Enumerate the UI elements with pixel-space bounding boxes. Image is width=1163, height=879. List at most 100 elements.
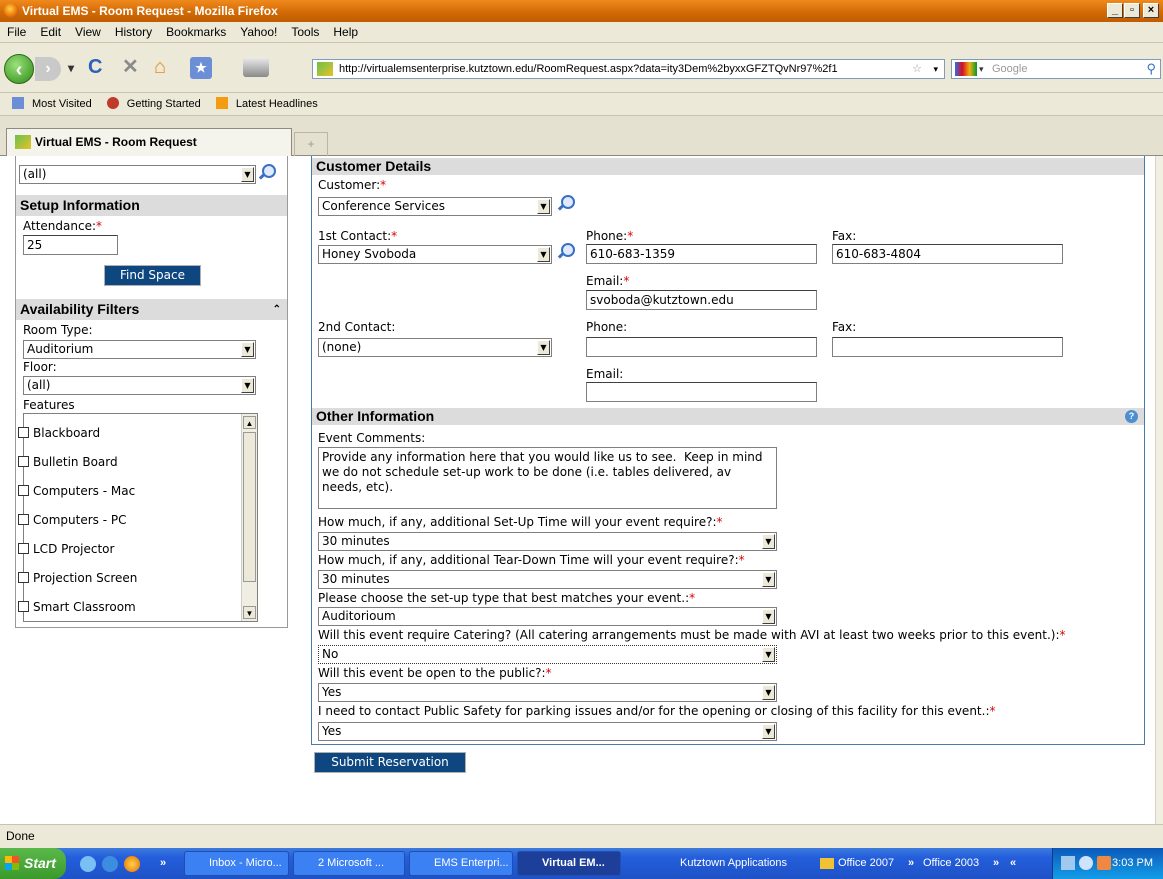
stop-icon[interactable]: ✕ — [122, 52, 139, 82]
submit-reservation-button[interactable]: Submit Reservation — [314, 752, 466, 773]
fax2-input[interactable] — [832, 337, 1063, 357]
url-dropdown-icon[interactable]: ▾ — [933, 60, 938, 78]
features-scrollbar[interactable]: ▲ ▼ — [241, 414, 257, 621]
restore-icon[interactable]: ▫ — [1124, 3, 1140, 18]
checkbox-icon[interactable] — [18, 427, 29, 438]
public-safety-select[interactable]: Yes ▼ — [318, 722, 777, 741]
links-chevron-more[interactable]: » — [993, 848, 999, 879]
other-information-header: Other Information? — [312, 408, 1144, 425]
tab-room-request[interactable]: Virtual EMS - Room Request — [6, 128, 292, 156]
collapse-chevron-icon[interactable]: ⌃ — [273, 299, 281, 320]
customer-search-icon[interactable] — [557, 195, 575, 211]
bookmark-getting-started[interactable]: Getting Started — [103, 97, 201, 110]
window-title: Virtual EMS - Room Request - Mozilla Fir… — [22, 4, 278, 18]
catering-select[interactable]: No ▼ — [318, 645, 777, 664]
feature-lcd-projector[interactable]: LCD Projector — [18, 542, 114, 556]
feature-smart-classroom[interactable]: Smart Classroom — [18, 600, 136, 614]
chevron-down-icon: ▼ — [537, 340, 550, 355]
scroll-thumb[interactable] — [243, 432, 256, 582]
email1-input[interactable]: svoboda@kutztown.edu — [586, 290, 817, 310]
link-kutztown-applications[interactable]: Kutztown Applications — [680, 848, 787, 879]
taskbar-item-inbox[interactable]: Inbox - Micro... — [184, 851, 289, 876]
network-icon[interactable] — [1061, 856, 1075, 870]
checkbox-icon[interactable] — [18, 572, 29, 583]
phone1-input[interactable]: 610-683-1359 — [586, 244, 817, 264]
star-icon[interactable]: ☆ — [912, 60, 922, 78]
search-tray-icon[interactable] — [1079, 856, 1093, 870]
link-office-2003[interactable]: Office 2003 — [923, 848, 979, 879]
checkbox-icon[interactable] — [18, 485, 29, 496]
close-icon[interactable]: × — [1143, 3, 1159, 18]
taskbar-item-microsoft[interactable]: 2 Microsoft ... — [293, 851, 405, 876]
ie-icon[interactable] — [102, 856, 118, 872]
scroll-down-icon[interactable]: ▼ — [243, 606, 256, 619]
menu-help[interactable]: Help — [326, 22, 365, 39]
feature-computers-mac[interactable]: Computers - Mac — [18, 484, 135, 498]
back-arrow-icon[interactable]: ‹ — [4, 54, 34, 84]
search-box[interactable]: ▾ Google ⚲ — [951, 59, 1161, 79]
feature-blackboard[interactable]: Blackboard — [18, 426, 100, 440]
checkbox-icon[interactable] — [18, 514, 29, 525]
link-office-2007[interactable]: Office 2007 — [820, 848, 894, 879]
links-chevron-right[interactable]: » — [908, 848, 914, 879]
setup-type-select[interactable]: Auditorioum ▼ — [318, 607, 777, 626]
first-contact-select[interactable]: Honey Svoboda ▼ — [318, 245, 552, 264]
taskbar-item-ems[interactable]: EMS Enterpri... — [409, 851, 513, 876]
bookmark-most-visited[interactable]: Most Visited — [8, 97, 92, 110]
taskbar-item-virtual-ems[interactable]: Virtual EM... — [517, 851, 621, 876]
menu-yahoo[interactable]: Yahoo! — [233, 22, 284, 39]
page-scrollbar[interactable] — [1155, 156, 1163, 824]
minimize-icon[interactable]: _ — [1107, 3, 1123, 18]
new-tab-button[interactable]: + — [294, 132, 328, 156]
attendance-input[interactable]: 25 — [23, 235, 118, 255]
second-contact-select[interactable]: (none) ▼ — [318, 338, 552, 357]
help-icon[interactable]: ? — [1125, 410, 1138, 423]
feature-computers-pc[interactable]: Computers - PC — [18, 513, 126, 527]
quicklaunch-app-icon[interactable] — [80, 856, 96, 872]
print-icon[interactable] — [243, 57, 269, 77]
bookmark-latest-headlines[interactable]: Latest Headlines — [212, 97, 318, 110]
customer-select[interactable]: Conference Services ▼ — [318, 197, 552, 216]
history-dropdown-icon[interactable]: ▾ — [68, 53, 74, 83]
menu-edit[interactable]: Edit — [33, 22, 68, 39]
menu-file[interactable]: File — [0, 22, 33, 39]
checkbox-icon[interactable] — [18, 601, 29, 612]
reload-icon[interactable]: C — [88, 52, 102, 82]
menu-bookmarks[interactable]: Bookmarks — [159, 22, 233, 39]
teardown-time-select[interactable]: 30 minutes ▼ — [318, 570, 777, 589]
fax1-input[interactable]: 610-683-4804 — [832, 244, 1063, 264]
scroll-up-icon[interactable]: ▲ — [243, 416, 256, 429]
email2-input[interactable] — [586, 382, 817, 402]
search-engine-dropdown-icon[interactable]: ▾ — [979, 60, 984, 78]
chevron-down-icon: ▼ — [762, 609, 775, 624]
feature-bulletin-board[interactable]: Bulletin Board — [18, 455, 118, 469]
setup-time-select[interactable]: 30 minutes ▼ — [318, 532, 777, 551]
floor-select[interactable]: (all) ▼ — [23, 376, 256, 395]
find-space-button[interactable]: Find Space — [104, 265, 201, 286]
phone2-input[interactable] — [586, 337, 817, 357]
search-icon[interactable] — [258, 164, 276, 180]
room-type-select[interactable]: Auditorium ▼ — [23, 340, 256, 359]
quicklaunch-more[interactable]: » — [160, 848, 166, 879]
home-icon[interactable]: ⌂ — [154, 52, 166, 82]
contact-search-icon[interactable] — [557, 243, 575, 259]
forward-arrow-icon[interactable]: › — [35, 57, 61, 81]
search-icon[interactable]: ⚲ — [1146, 60, 1156, 78]
start-button[interactable]: Start — [0, 848, 66, 879]
firefox-quicklaunch-icon[interactable] — [124, 856, 140, 872]
system-tray: 3:03 PM — [1052, 848, 1163, 879]
feature-projection-screen[interactable]: Projection Screen — [18, 571, 137, 585]
checkbox-icon[interactable] — [18, 456, 29, 467]
event-comments-textarea[interactable]: Provide any information here that you wo… — [318, 447, 777, 509]
public-select[interactable]: Yes ▼ — [318, 683, 777, 702]
tray-app-icon[interactable] — [1097, 856, 1111, 870]
menu-tools[interactable]: Tools — [284, 22, 326, 39]
building-select[interactable]: (all) ▼ — [19, 165, 256, 184]
room-type-label: Room Type: — [23, 323, 93, 337]
menu-view[interactable]: View — [68, 22, 108, 39]
checkbox-icon[interactable] — [18, 543, 29, 554]
links-chevron-left[interactable]: « — [1010, 848, 1016, 879]
url-bar[interactable]: http://virtualemsenterprise.kutztown.edu… — [312, 59, 945, 79]
menu-history[interactable]: History — [108, 22, 159, 39]
bookmark-star-icon[interactable]: ★ — [190, 57, 212, 79]
